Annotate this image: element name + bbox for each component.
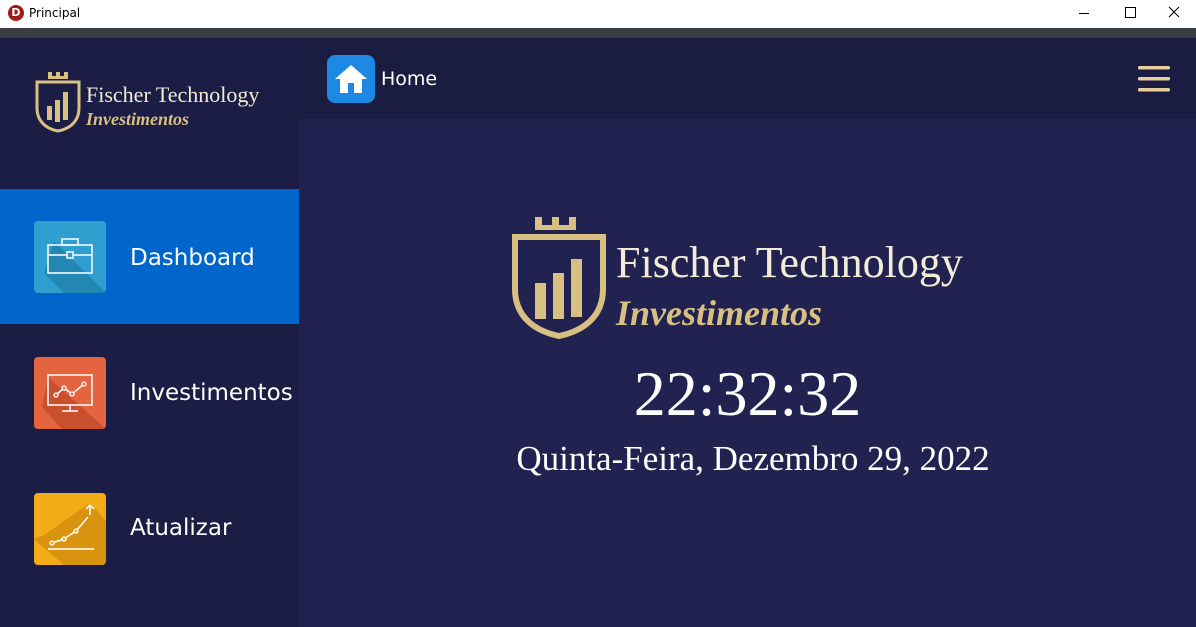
hamburger-menu-icon	[1138, 66, 1170, 92]
window-title: Principal	[29, 6, 81, 20]
main-logo: Fischer Technology Investimentos	[511, 217, 991, 339]
sidebar-item-dashboard[interactable]: Dashboard	[0, 189, 299, 324]
close-button[interactable]	[1150, 0, 1196, 28]
maximize-icon	[1125, 7, 1136, 18]
sidebar-item-label: Dashboard	[130, 245, 255, 271]
sidebar-logo-subtitle: Investimentos	[86, 109, 190, 129]
sidebar-item-label: Atualizar	[130, 515, 232, 541]
hamburger-menu-button[interactable]	[1137, 64, 1171, 94]
app-icon: D	[8, 5, 24, 21]
minimize-icon	[1079, 13, 1089, 14]
presentation-chart-icon	[34, 357, 106, 429]
sidebar: Fischer Technology Investimentos Dashboa…	[0, 38, 299, 627]
clock-date: Quinta-Feira, Dezembro 29, 2022	[516, 439, 990, 478]
clock-time: 22:32:32	[633, 358, 862, 429]
minimize-button[interactable]	[1060, 0, 1106, 28]
close-icon	[1168, 6, 1180, 18]
maximize-button[interactable]	[1106, 0, 1152, 28]
growth-chart-icon	[34, 493, 106, 565]
home-icon[interactable]	[327, 55, 375, 103]
main-logo-subtitle: Investimentos	[616, 293, 823, 333]
shield-chart-icon	[512, 217, 606, 339]
briefcase-icon	[34, 221, 106, 293]
shield-chart-icon	[35, 72, 81, 133]
main-logo-title: Fischer Technology	[616, 238, 963, 287]
sidebar-item-investimentos[interactable]: Investimentos	[0, 324, 299, 459]
sidebar-logo: Fischer Technology Investimentos	[34, 72, 274, 142]
window-titlebar: D Principal	[0, 0, 1196, 28]
sidebar-item-atualizar[interactable]: Atualizar	[0, 459, 299, 594]
sidebar-item-label: Investimentos	[130, 380, 293, 406]
sidebar-logo-title: Fischer Technology	[86, 82, 260, 107]
page-title: Home	[381, 68, 438, 90]
titlebar-separator	[0, 28, 1196, 38]
header-bar: Home	[299, 38, 1196, 119]
main-content: Fischer Technology Investimentos 22:32:3…	[299, 119, 1196, 627]
